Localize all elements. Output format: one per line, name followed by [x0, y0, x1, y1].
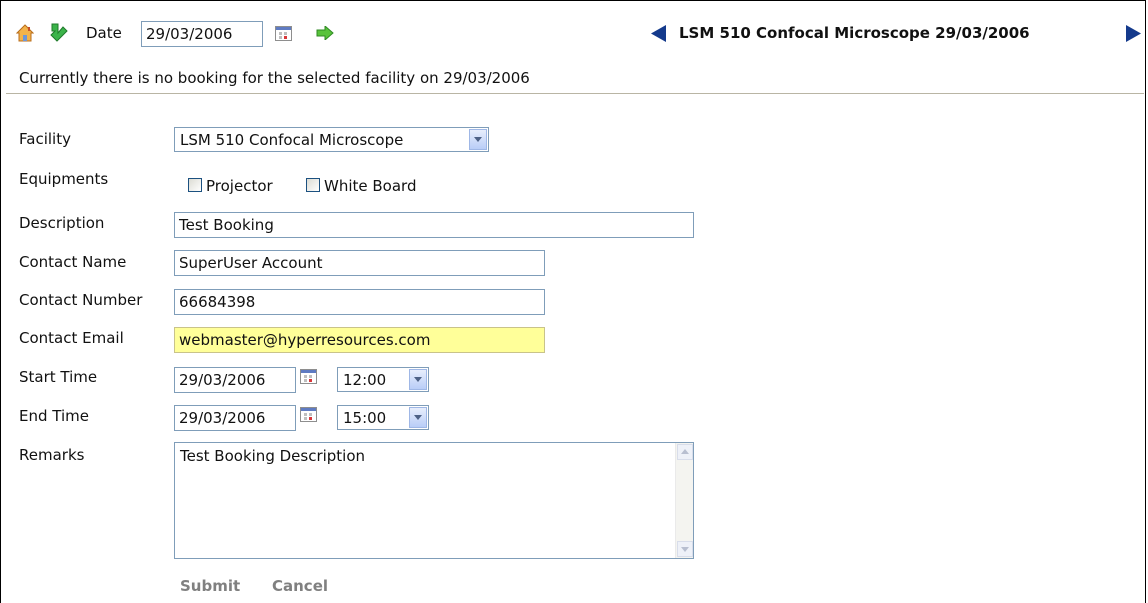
- previous-day-icon[interactable]: [50, 23, 68, 42]
- go-arrow-icon[interactable]: [316, 24, 334, 42]
- facility-label: Facility: [19, 130, 71, 148]
- facility-select[interactable]: LSM 510 Confocal Microscope: [174, 127, 489, 152]
- date-input[interactable]: 29/03/2006: [141, 21, 263, 47]
- start-time-select[interactable]: 12:00: [337, 367, 429, 392]
- home-icon[interactable]: [15, 24, 35, 42]
- contact-name-input[interactable]: SuperUser Account: [174, 250, 545, 276]
- facility-date-title: LSM 510 Confocal Microscope 29/03/2006: [679, 24, 1030, 42]
- contact-number-input[interactable]: 66684398: [174, 289, 545, 315]
- date-label: Date: [86, 24, 122, 42]
- start-time-label: Start Time: [19, 368, 98, 386]
- previous-arrow-icon[interactable]: [651, 25, 667, 42]
- toolbar: Date 29/03/2006 LSM 510 Confocal Microsc…: [0, 0, 1146, 62]
- end-time-value: 15:00: [343, 409, 387, 427]
- facility-select-value: LSM 510 Confocal Microscope: [180, 131, 404, 149]
- end-date-input[interactable]: 29/03/2006: [174, 405, 296, 431]
- start-time-value: 12:00: [343, 371, 387, 389]
- calendar-icon[interactable]: [275, 26, 292, 41]
- chevron-down-icon[interactable]: [409, 369, 427, 390]
- description-input[interactable]: Test Booking: [174, 212, 694, 238]
- contact-email-label: Contact Email: [19, 329, 124, 347]
- status-message: Currently there is no booking for the se…: [19, 69, 530, 87]
- white-board-checkbox[interactable]: [306, 178, 320, 192]
- remarks-label: Remarks: [19, 446, 85, 464]
- contact-name-label: Contact Name: [19, 253, 127, 271]
- contact-email-input[interactable]: webmaster@hyperresources.com: [174, 327, 545, 353]
- remarks-textarea[interactable]: Test Booking Description: [174, 442, 694, 559]
- start-date-calendar-icon[interactable]: [300, 369, 317, 384]
- vertical-scrollbar[interactable]: [675, 443, 693, 558]
- chevron-down-icon[interactable]: [409, 407, 427, 428]
- end-time-label: End Time: [19, 407, 89, 425]
- equipments-label: Equipments: [19, 170, 109, 188]
- cancel-button[interactable]: Cancel: [272, 577, 328, 595]
- chevron-down-icon[interactable]: [469, 129, 487, 150]
- description-label: Description: [19, 214, 105, 232]
- contact-number-label: Contact Number: [19, 291, 143, 309]
- projector-label[interactable]: Projector: [206, 177, 273, 195]
- end-time-select[interactable]: 15:00: [337, 405, 429, 430]
- end-date-calendar-icon[interactable]: [300, 407, 317, 422]
- submit-button[interactable]: Submit: [180, 577, 240, 595]
- start-date-input[interactable]: 29/03/2006: [174, 367, 296, 393]
- scroll-up-icon[interactable]: [677, 444, 693, 460]
- projector-checkbox[interactable]: [188, 178, 202, 192]
- white-board-label[interactable]: White Board: [324, 177, 416, 195]
- remarks-text: Test Booking Description: [180, 447, 366, 465]
- divider: [6, 93, 1144, 94]
- scroll-down-icon[interactable]: [677, 541, 693, 557]
- next-arrow-icon[interactable]: [1126, 25, 1142, 42]
